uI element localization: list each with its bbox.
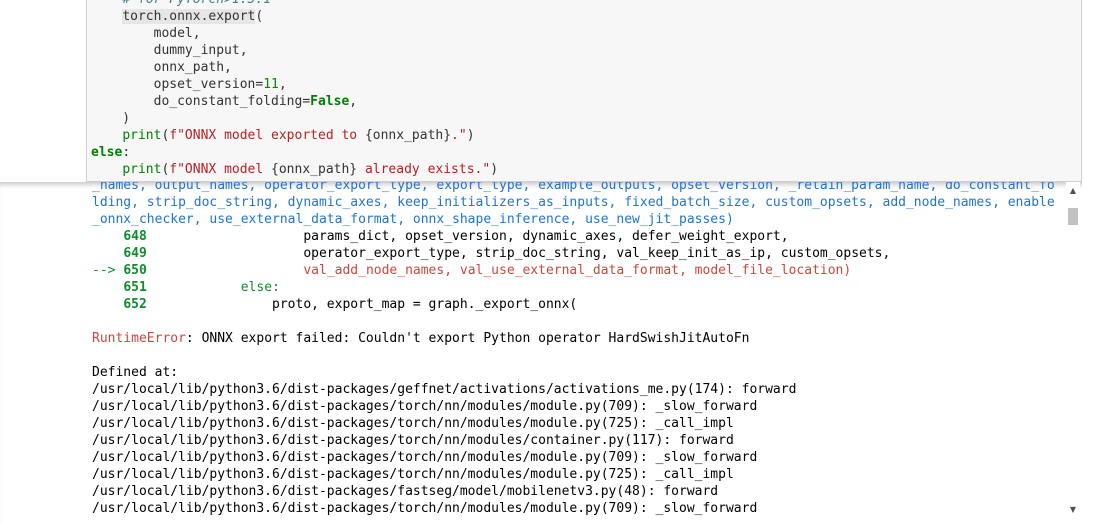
code-line: do_constant_folding=False, xyxy=(91,94,358,109)
stack-frame: /usr/local/lib/python3.6/dist-packages/t… xyxy=(92,501,758,516)
error-type: RuntimeError xyxy=(92,331,186,346)
error-message: : ONNX export failed: Couldn't export Py… xyxy=(185,331,750,346)
code-line: torch.onnx.export( xyxy=(122,9,264,24)
current-line-marker xyxy=(92,297,123,312)
current-line-marker xyxy=(92,229,123,244)
code-line: dummy_input, xyxy=(153,43,248,58)
code-editor[interactable]: # for PyTorch>1.5.1 torch.onnx.export( m… xyxy=(91,0,498,178)
line-number: 652 xyxy=(123,297,147,312)
traceback-line: 648 params_dict, opset_version, dynamic_… xyxy=(92,229,789,244)
stack-frame: /usr/local/lib/python3.6/dist-packages/t… xyxy=(92,399,758,414)
code-line: # for PyTorch>1.5.1 xyxy=(91,0,271,7)
output-scrollbar[interactable]: ▲ ▼ xyxy=(1066,182,1080,519)
stack-frame: /usr/local/lib/python3.6/dist-packages/t… xyxy=(92,433,734,448)
right-gutter xyxy=(1082,0,1112,525)
function-signature: _names, output_names, operator_export_ty… xyxy=(92,182,1055,227)
traceback-source-lines: 648 params_dict, opset_version, dynamic_… xyxy=(92,229,890,312)
line-code: operator_export_type, strip_doc_string, … xyxy=(146,246,891,261)
current-line-marker xyxy=(92,246,123,261)
stack-frame: /usr/local/lib/python3.6/dist-packages/t… xyxy=(92,450,758,465)
traceback-line: 652 proto, export_map = graph._export_on… xyxy=(92,297,577,312)
line-code: val_add_node_names, val_use_external_dat… xyxy=(146,263,852,278)
triangle-up-icon[interactable]: ▲ xyxy=(1066,184,1080,198)
line-code: params_dict, opset_version, dynamic_axes… xyxy=(146,229,789,244)
code-line: else: xyxy=(91,145,131,160)
code-line: ) xyxy=(122,111,131,126)
traceback-line: 651 else: xyxy=(92,280,280,295)
cell-output-area: _names, output_names, operator_export_ty… xyxy=(0,182,1112,525)
defined-at-label: Defined at: xyxy=(92,365,179,380)
line-code: proto, export_map = graph._export_onnx( xyxy=(146,297,578,312)
stack-frame: /usr/local/lib/python3.6/dist-packages/g… xyxy=(92,382,797,397)
line-number: 648 xyxy=(123,229,147,244)
defined-at-list: /usr/local/lib/python3.6/dist-packages/g… xyxy=(92,382,796,516)
line-code: else: xyxy=(146,280,280,295)
stack-frame: /usr/local/lib/python3.6/dist-packages/t… xyxy=(92,416,734,431)
triangle-down-icon[interactable]: ▼ xyxy=(1066,503,1080,517)
stack-frame: /usr/local/lib/python3.6/dist-packages/t… xyxy=(92,467,734,482)
line-number: 649 xyxy=(123,246,147,261)
scroll-thumb[interactable] xyxy=(1068,208,1078,225)
code-line: model, xyxy=(153,26,201,41)
line-number: 651 xyxy=(123,280,147,295)
line-number: 650 xyxy=(123,263,147,278)
stack-frame: /usr/local/lib/python3.6/dist-packages/f… xyxy=(92,484,719,499)
current-line-marker xyxy=(92,280,123,295)
traceback-line: --> 650 val_add_node_names, val_use_exte… xyxy=(92,263,851,278)
code-line: onnx_path, xyxy=(153,60,232,75)
traceback-line: 649 operator_export_type, strip_doc_stri… xyxy=(92,246,890,261)
code-input-cell[interactable]: # for PyTorch>1.5.1 torch.onnx.export( m… xyxy=(86,0,1082,182)
code-line: print(f"ONNX model exported to {onnx_pat… xyxy=(122,128,475,143)
current-line-marker: --> xyxy=(92,263,124,278)
code-line: opset_version=11, xyxy=(91,77,287,92)
code-line: print(f"ONNX model {onnx_path} already e… xyxy=(122,162,499,177)
traceback-output: _names, output_names, operator_export_ty… xyxy=(92,182,1058,517)
